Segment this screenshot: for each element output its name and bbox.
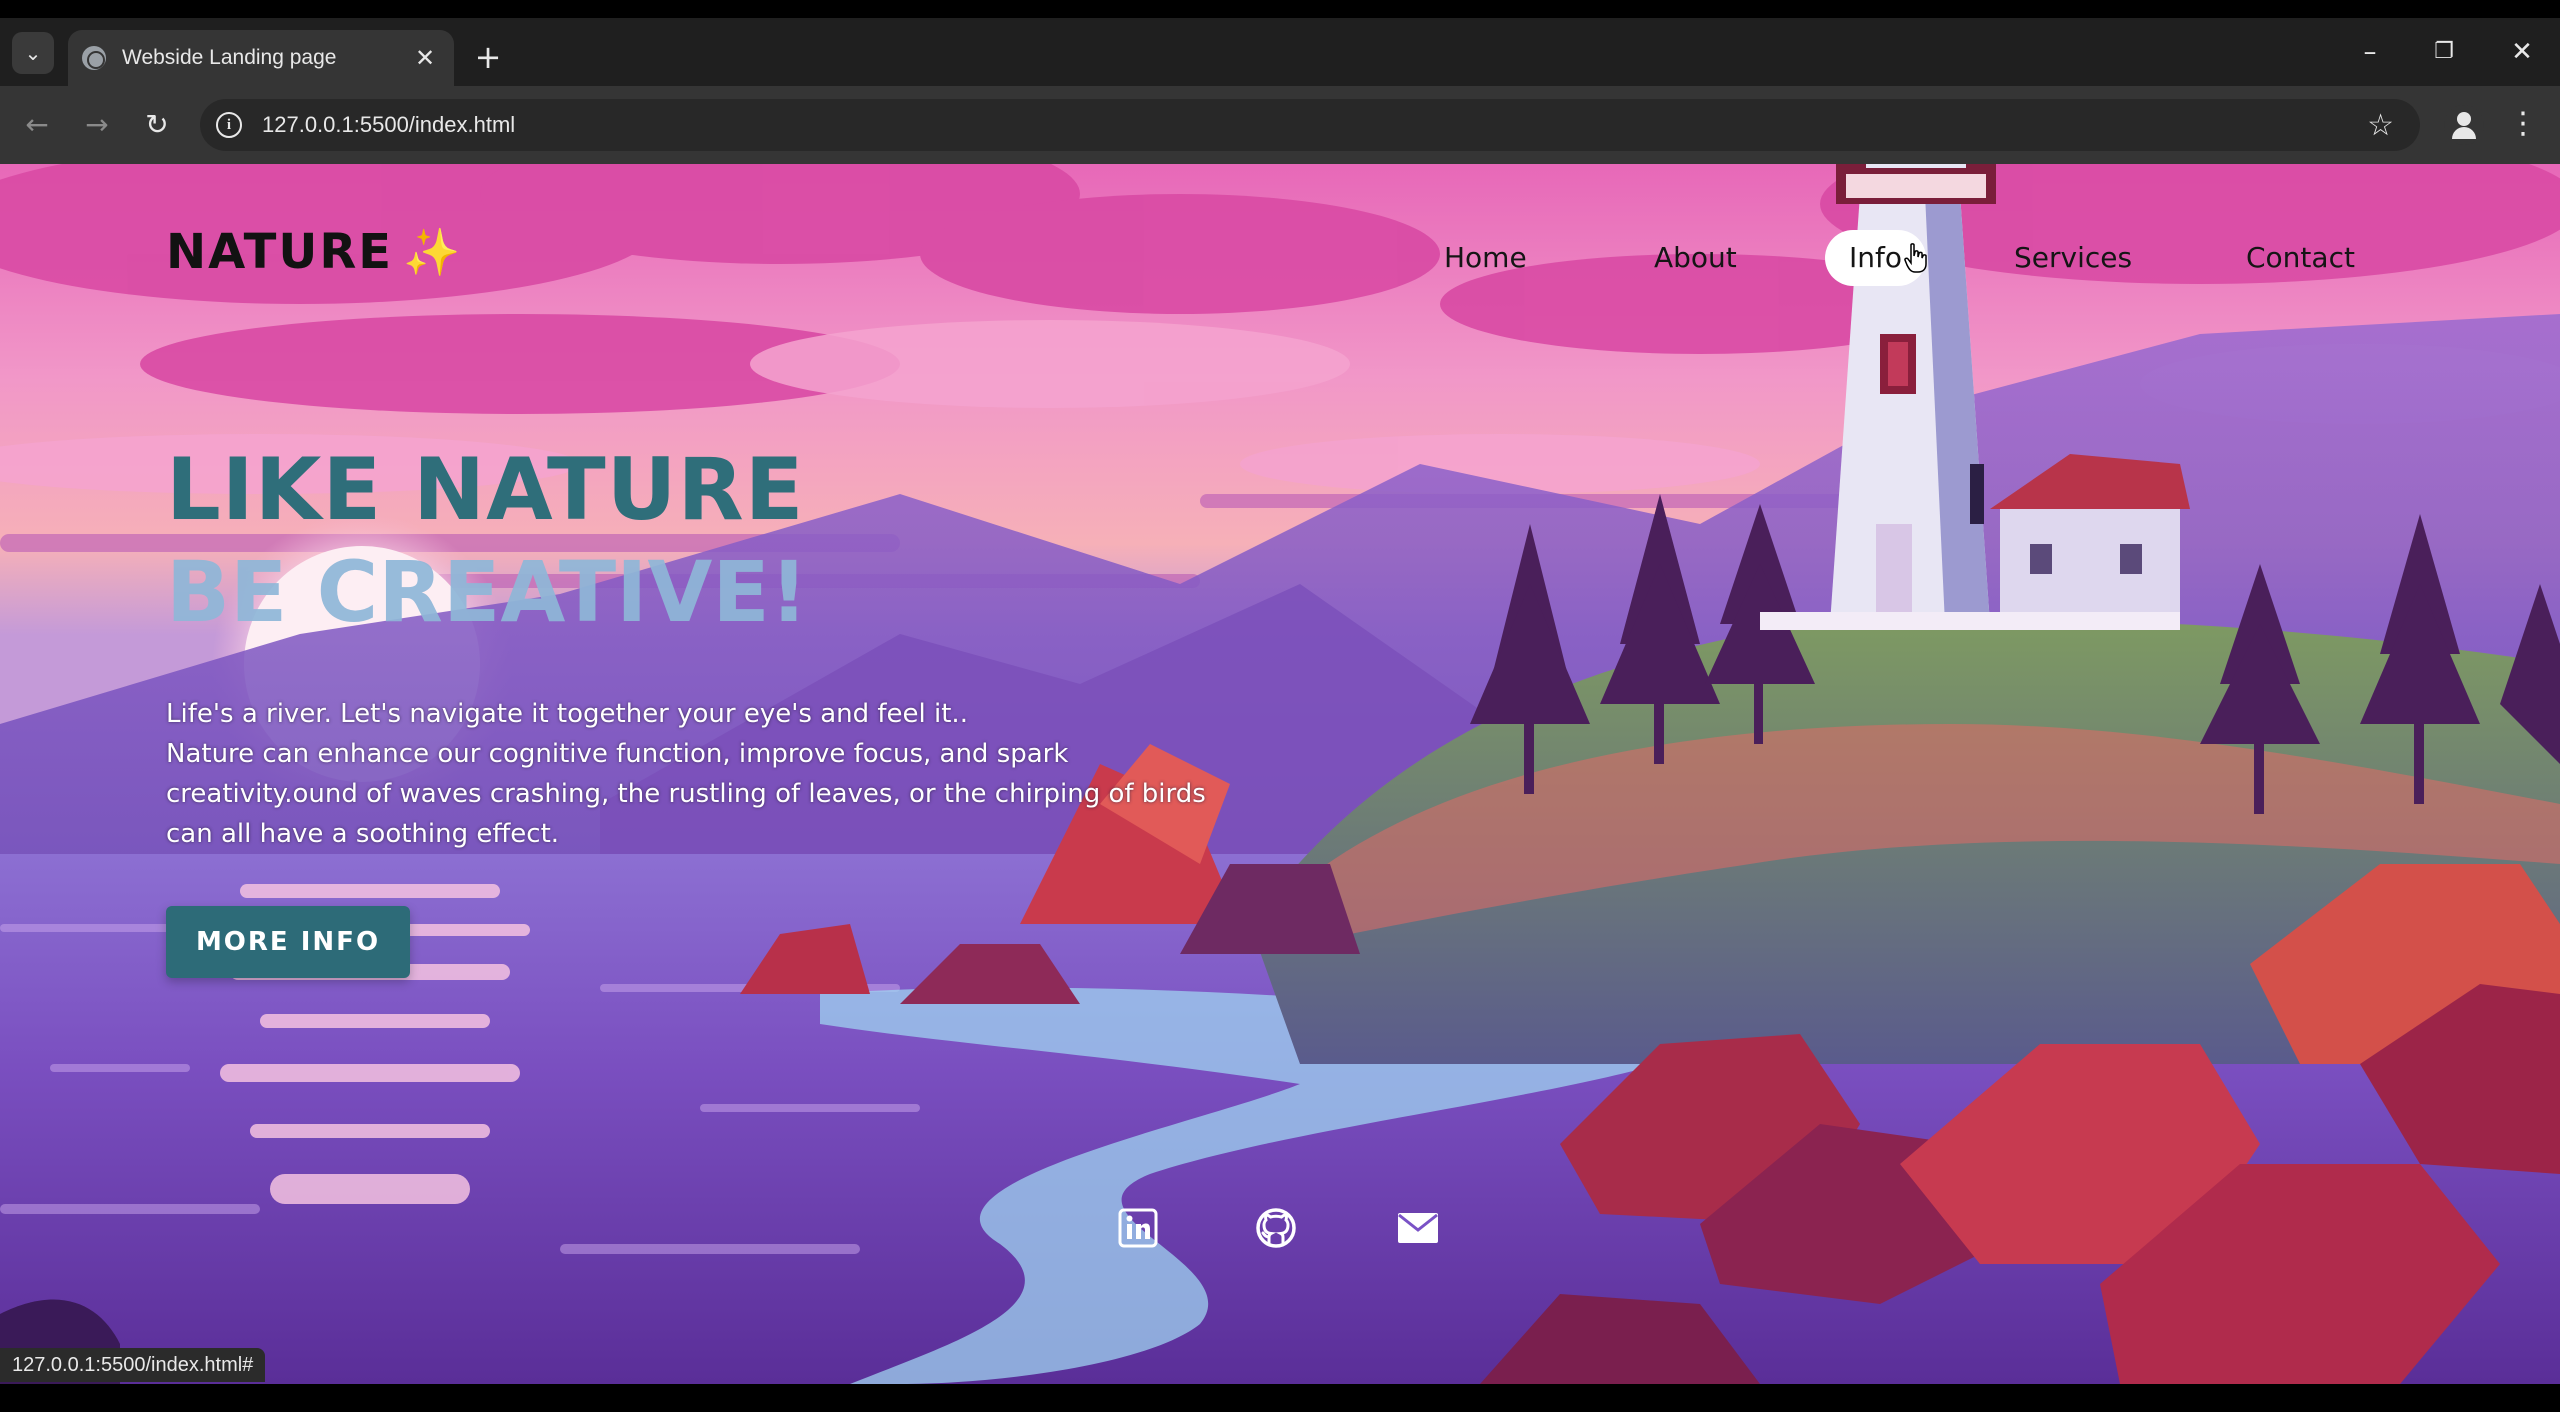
profile-icon[interactable] — [2444, 105, 2484, 145]
hero-text-line: can all have a soothing effect. — [166, 819, 560, 849]
back-icon[interactable]: ← — [18, 106, 56, 144]
tab-title: Webside Landing page — [122, 46, 337, 69]
reload-icon[interactable]: ↻ — [138, 106, 176, 144]
tab-search-button[interactable]: ⌄ — [12, 32, 54, 74]
hero-title: LIKE NATURE — [166, 440, 805, 540]
new-tab-button[interactable]: + — [470, 40, 506, 76]
linkedin-icon[interactable] — [1114, 1204, 1162, 1252]
github-icon[interactable] — [1252, 1204, 1300, 1252]
address-bar[interactable]: i 127.0.0.1:5500/index.html ☆ — [200, 99, 2420, 151]
tab-strip: ⌄ Webside Landing page ✕ + – ❐ ✕ — [0, 18, 2560, 86]
hand-cursor-icon — [1904, 242, 1928, 274]
site-logo[interactable]: NATURE ✨ — [166, 224, 462, 280]
close-window-icon[interactable]: ✕ — [2502, 36, 2542, 68]
nav-services[interactable]: Services — [1990, 230, 2156, 286]
url-text[interactable]: 127.0.0.1:5500/index.html — [262, 112, 2367, 138]
hero-text-line: Nature can enhance our cognitive functio… — [166, 739, 1069, 769]
bookmark-star-icon[interactable]: ☆ — [2367, 108, 2394, 143]
screen-bottom-edge — [0, 1384, 2560, 1412]
nav-contact[interactable]: Contact — [2222, 230, 2379, 286]
mail-icon[interactable] — [1394, 1204, 1442, 1252]
sparkles-icon: ✨ — [403, 224, 463, 279]
page-viewport: NATURE ✨ Home About Info Services Contac… — [0, 164, 2560, 1384]
hero-text-line: Life's a river. Let's navigate it togeth… — [166, 699, 968, 729]
more-info-button[interactable]: MORE INFO — [166, 906, 410, 978]
browser-window: ⌄ Webside Landing page ✕ + – ❐ ✕ ← → ↻ i… — [0, 0, 2560, 1412]
nav-home[interactable]: Home — [1420, 230, 1551, 286]
status-bar: 127.0.0.1:5500/index.html# — [0, 1348, 266, 1382]
nav-about[interactable]: About — [1630, 230, 1761, 286]
tab-active[interactable]: Webside Landing page ✕ — [68, 30, 454, 86]
minimize-icon[interactable]: – — [2350, 36, 2390, 68]
hero-subtitle: BE CREATIVE! — [166, 543, 809, 641]
hero-description: Life's a river. Let's navigate it togeth… — [166, 694, 1266, 854]
site-info-icon[interactable]: i — [216, 112, 242, 138]
browser-menu-icon[interactable]: ⋮ — [2508, 104, 2538, 144]
hero-text-line: creativity.ound of waves crashing, the r… — [166, 779, 1206, 809]
brand-text: NATURE — [166, 224, 394, 280]
chevron-down-icon: ⌄ — [24, 41, 42, 65]
browser-toolbar: ← → ↻ i 127.0.0.1:5500/index.html ☆ ⋮ — [0, 86, 2560, 164]
forward-icon[interactable]: → — [78, 106, 116, 144]
globe-icon — [82, 46, 106, 70]
close-tab-icon[interactable]: ✕ — [410, 44, 440, 72]
restore-icon[interactable]: ❐ — [2424, 36, 2464, 68]
